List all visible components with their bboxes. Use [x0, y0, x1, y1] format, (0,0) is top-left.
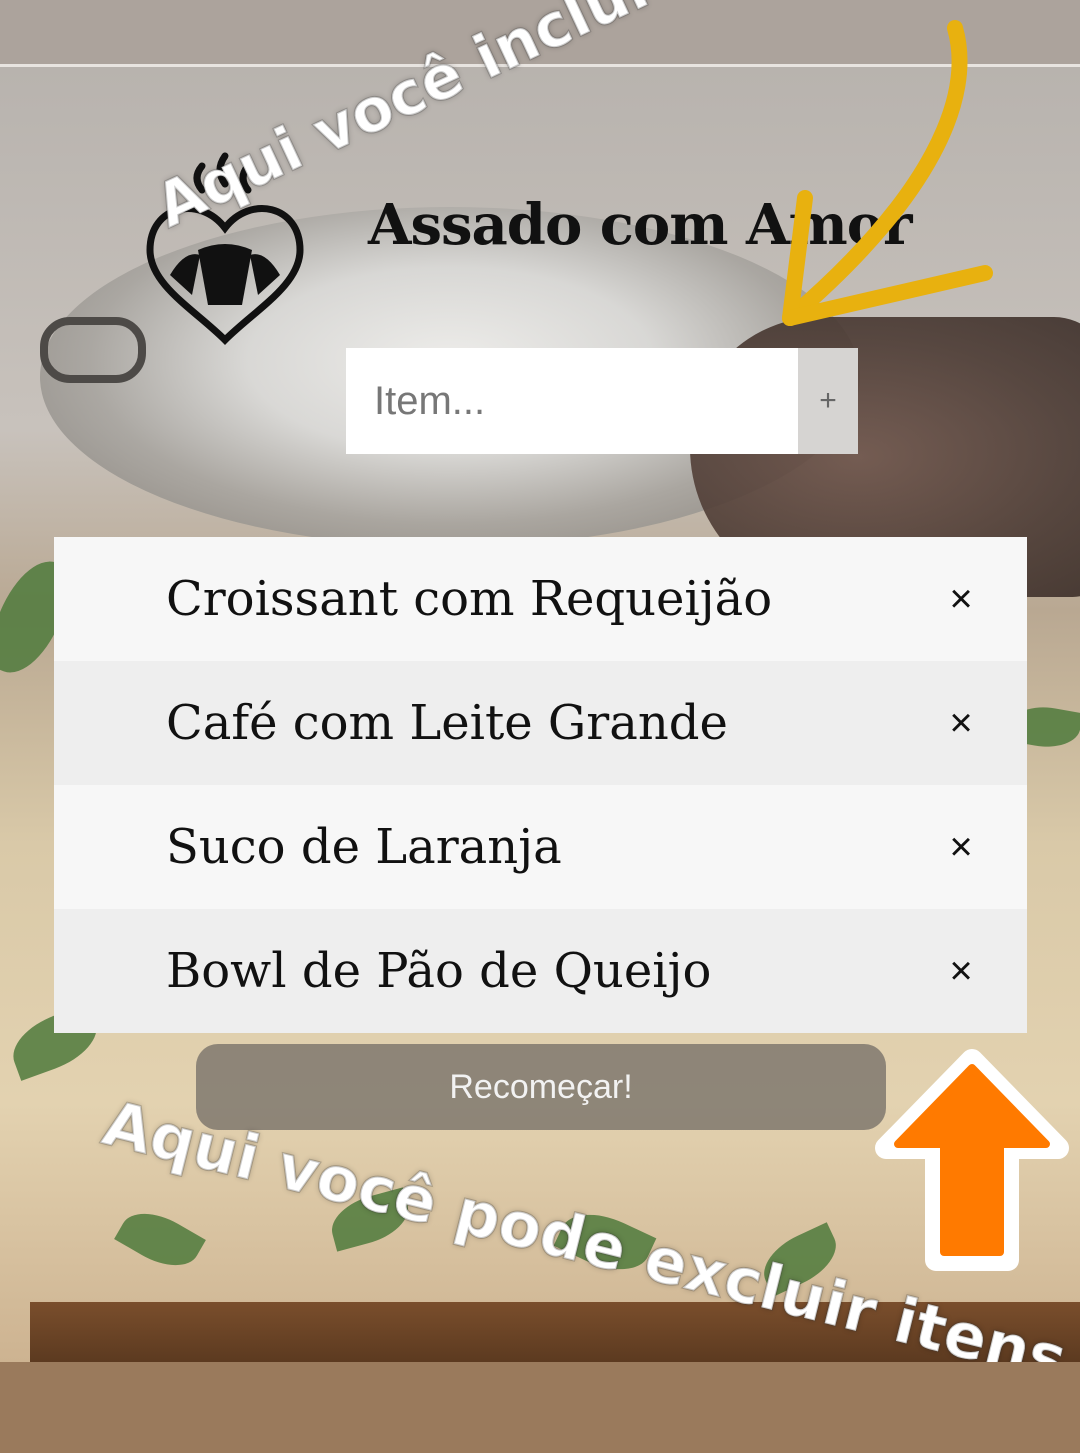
arrow-up-icon [875, 1049, 1069, 1271]
remove-item-button[interactable]: × [939, 701, 983, 746]
list-item: Café com Leite Grande × [54, 661, 1027, 785]
remove-item-button[interactable]: × [939, 825, 983, 870]
arrow-down-left-icon [782, 20, 993, 326]
item-input[interactable] [346, 348, 798, 454]
strainer-handle-image [40, 317, 146, 383]
add-item-form: + [346, 348, 858, 454]
list-item-label: Bowl de Pão de Queijo [166, 943, 712, 999]
reset-button[interactable]: Recomeçar! [196, 1044, 886, 1130]
list-item-label: Croissant com Requeijão [166, 571, 773, 627]
arrow-path [782, 20, 993, 326]
leaf-image [114, 1200, 206, 1279]
remove-item-button[interactable]: × [939, 577, 983, 622]
add-item-button[interactable]: + [798, 348, 858, 454]
bottom-bar [0, 1362, 1080, 1453]
list-item-label: Suco de Laranja [166, 819, 562, 875]
item-list: Croissant com Requeijão × Café com Leite… [54, 537, 1027, 1033]
list-item: Croissant com Requeijão × [54, 537, 1027, 661]
list-item-label: Café com Leite Grande [166, 695, 728, 751]
list-item: Suco de Laranja × [54, 785, 1027, 909]
list-item: Bowl de Pão de Queijo × [54, 909, 1027, 1033]
remove-item-button[interactable]: × [939, 949, 983, 994]
